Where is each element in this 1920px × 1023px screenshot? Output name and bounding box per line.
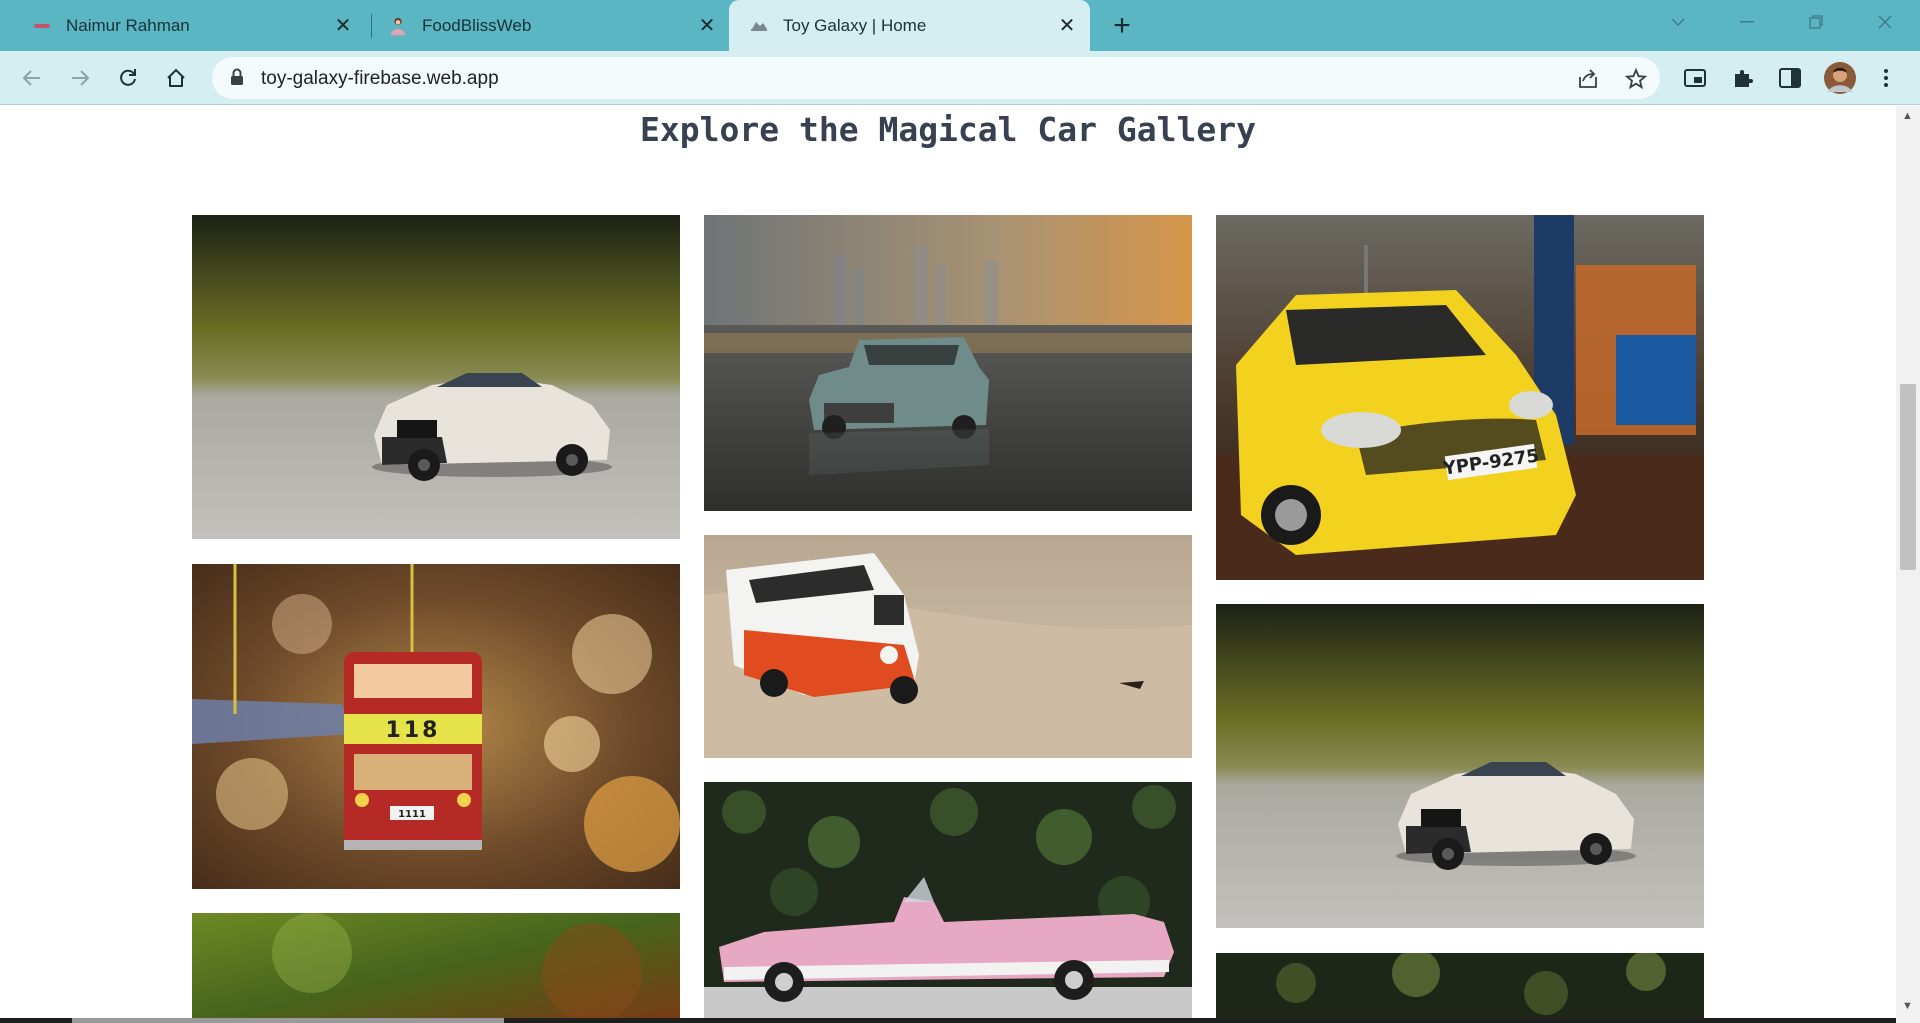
back-arrow-icon[interactable] xyxy=(16,62,48,94)
gallery-image-yellow-car[interactable]: YPP-9275 xyxy=(1216,215,1704,580)
minimize-icon[interactable] xyxy=(1717,0,1777,44)
bookmark-star-icon[interactable] xyxy=(1623,66,1649,92)
bottom-taskbar-edge xyxy=(0,1018,1896,1023)
picture-in-picture-icon[interactable] xyxy=(1681,64,1709,92)
bus-plate-number: 1111 xyxy=(398,809,426,820)
gallery-heading: Explore the Magical Car Gallery xyxy=(640,110,1256,149)
profile-avatar[interactable] xyxy=(1824,62,1856,94)
bus-route-number: 118 xyxy=(386,718,441,743)
close-window-icon[interactable] xyxy=(1855,0,1915,44)
reload-icon[interactable] xyxy=(112,62,144,94)
tab-title: Naimur Rahman xyxy=(66,15,190,35)
tab-naimur-rahman[interactable]: Naimur Rahman ✕ xyxy=(0,0,366,51)
close-icon[interactable]: ✕ xyxy=(694,13,720,39)
gallery-image-blue-vintage-car[interactable] xyxy=(704,215,1192,511)
tab-strip: Naimur Rahman ✕ FoodBlissWeb ✕ Toy Galax… xyxy=(0,0,1920,51)
tab-foodblissweb[interactable]: FoodBlissWeb ✕ xyxy=(364,0,730,51)
tab-title: Toy Galaxy | Home xyxy=(783,15,927,35)
tab-search-chevron-icon[interactable] xyxy=(1648,0,1708,44)
page-viewport: Explore the Magical Car Gallery 118 1111… xyxy=(0,106,1896,1018)
page-scrollbar[interactable]: ▲ ▼ xyxy=(1896,106,1920,1023)
forward-arrow-icon[interactable] xyxy=(64,62,96,94)
gallery-image-green-bokeh[interactable] xyxy=(192,913,680,1018)
address-bar[interactable]: toy-galaxy-firebase.web.app xyxy=(212,57,1660,99)
browser-toolbar: toy-galaxy-firebase.web.app xyxy=(0,51,1920,105)
tab-toy-galaxy[interactable]: Toy Galaxy | Home ✕ xyxy=(729,0,1090,51)
close-icon[interactable]: ✕ xyxy=(330,13,356,39)
new-tab-icon[interactable]: + xyxy=(1106,9,1138,42)
tab-title: FoodBlissWeb xyxy=(422,15,532,35)
more-menu-icon[interactable] xyxy=(1872,64,1900,92)
scroll-up-arrow-icon[interactable]: ▲ xyxy=(1902,110,1913,122)
scrollbar-thumb[interactable] xyxy=(1900,384,1916,570)
home-icon[interactable] xyxy=(160,62,192,94)
gallery-image-pink-convertible[interactable] xyxy=(704,782,1192,1018)
side-panel-icon[interactable] xyxy=(1776,64,1804,92)
gallery-image-dark-leaves[interactable] xyxy=(1216,953,1704,1018)
gallery-image-red-toy-bus[interactable]: 118 1111 xyxy=(192,564,680,889)
gallery-image-white-lego-car-2[interactable] xyxy=(1216,604,1704,928)
close-icon[interactable]: ✕ xyxy=(1054,13,1080,39)
taskbar-highlight xyxy=(72,1018,504,1023)
share-icon[interactable] xyxy=(1575,66,1601,92)
url-text[interactable]: toy-galaxy-firebase.web.app xyxy=(261,68,499,90)
person-icon xyxy=(388,16,408,36)
extensions-puzzle-icon[interactable] xyxy=(1729,64,1757,92)
restore-icon[interactable] xyxy=(1786,0,1846,44)
gallery-image-red-van[interactable] xyxy=(704,535,1192,758)
lock-icon[interactable] xyxy=(230,68,244,91)
scroll-down-arrow-icon[interactable]: ▼ xyxy=(1902,1000,1913,1012)
gallery-image-white-lego-car[interactable] xyxy=(192,215,680,539)
red-dash-icon xyxy=(32,16,52,36)
toy-galaxy-icon xyxy=(749,16,769,36)
